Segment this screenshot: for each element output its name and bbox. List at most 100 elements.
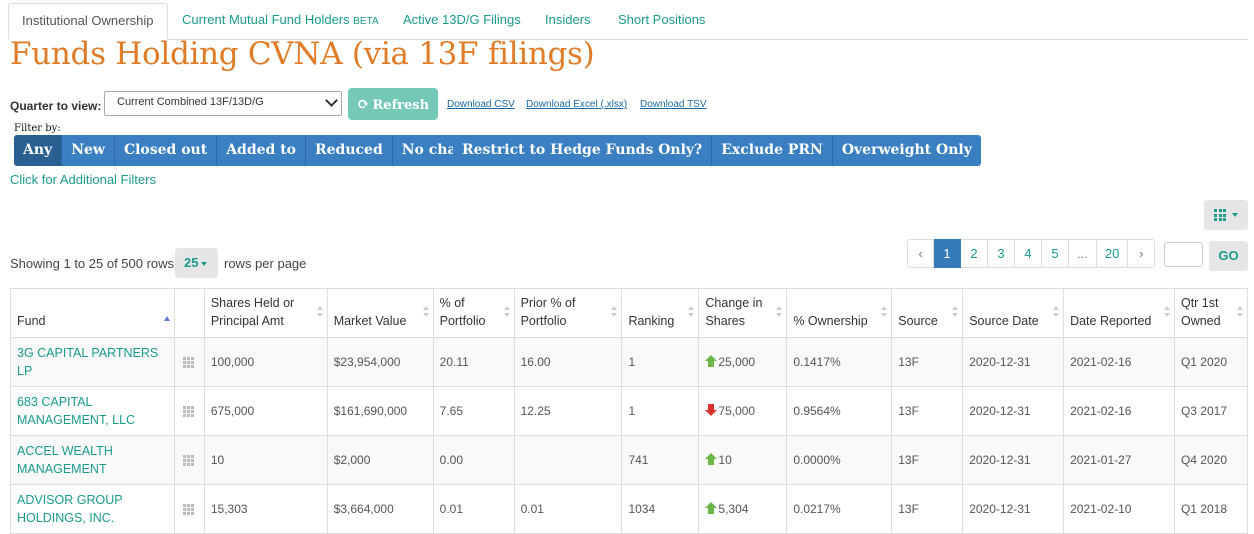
- change-cell: 75,000: [698, 386, 788, 436]
- page-button-1[interactable]: 1: [934, 239, 961, 268]
- go-button[interactable]: GO: [1209, 241, 1248, 271]
- table-row: 683 CAPITAL MANAGEMENT, LLC 675,000 $161…: [10, 386, 1249, 436]
- source-cell: 13F: [891, 337, 964, 387]
- col-header-ranking[interactable]: Ranking: [621, 288, 700, 338]
- col-header-source[interactable]: Source: [891, 288, 964, 338]
- download-excel-link[interactable]: Download Excel (.xlsx): [526, 99, 627, 110]
- change-value: 5,304: [718, 502, 749, 516]
- fund-link[interactable]: 3G CAPITAL PARTNERS LP: [17, 344, 168, 380]
- rows-per-page-select[interactable]: 25: [175, 248, 218, 278]
- prev-page-button[interactable]: ‹: [907, 239, 934, 268]
- page-ellipsis: ...: [1069, 239, 1097, 268]
- filter-closed-out-button[interactable]: Closed out: [114, 135, 218, 166]
- fund-link[interactable]: ACCEL WEALTH MANAGEMENT: [17, 442, 168, 478]
- history-cell: [173, 484, 205, 534]
- ranking-cell: 1: [621, 337, 700, 387]
- col-header-ownership[interactable]: % Ownership: [786, 288, 893, 338]
- qtr-first-owned-cell: Q1 2018: [1173, 484, 1249, 534]
- next-page-button[interactable]: ›: [1128, 239, 1156, 268]
- pagination: ‹ 1 2 3 4 5 ... 20 ›: [907, 239, 1156, 268]
- source-cell: 13F: [891, 435, 964, 485]
- qtr-first-owned-cell: Q1 2020: [1173, 337, 1249, 387]
- change-cell: 25,000: [698, 337, 788, 387]
- grid-icon[interactable]: [183, 356, 195, 368]
- chevron-down-icon: [325, 94, 338, 107]
- exclude-prn-button[interactable]: Exclude PRN: [712, 135, 833, 166]
- tab-13dg-filings[interactable]: Active 13D/G Filings: [403, 3, 521, 38]
- tab-label: Current Mutual Fund Holders: [182, 12, 350, 27]
- tab-mutual-fund-holders[interactable]: Current Mutual Fund Holders BETA: [182, 3, 379, 38]
- table-row: ADVISOR GROUP HOLDINGS, INC. 15,303 $3,6…: [10, 484, 1249, 534]
- hedge-funds-only-button[interactable]: Restrict to Hedge Funds Only?: [453, 135, 713, 166]
- prior-pct-cell: 0.01: [513, 484, 623, 534]
- col-header-icon: [173, 288, 205, 338]
- sort-asc-icon: [163, 316, 170, 321]
- col-header-qtr-first-owned[interactable]: Qtr 1st Owned: [1173, 288, 1249, 338]
- col-header-date-reported[interactable]: Date Reported: [1063, 288, 1175, 338]
- column-toggle-button[interactable]: [1204, 200, 1248, 230]
- filter-reduced-button[interactable]: Reduced: [306, 135, 393, 166]
- goto-page-input[interactable]: [1164, 242, 1203, 267]
- source-cell: 13F: [891, 386, 964, 436]
- source-date-cell: 2020-12-31: [962, 435, 1065, 485]
- additional-filters-link[interactable]: Click for Additional Filters: [10, 172, 156, 187]
- table-row: ACCEL WEALTH MANAGEMENT 10 $2,000 0.00 7…: [10, 435, 1249, 485]
- overweight-only-button[interactable]: Overweight Only: [832, 135, 981, 166]
- col-header-market-value[interactable]: Market Value: [326, 288, 434, 338]
- grid-icon[interactable]: [183, 405, 195, 417]
- market-value-cell: $2,000: [326, 435, 434, 485]
- grid-icon: [1214, 209, 1226, 221]
- grid-icon[interactable]: [183, 503, 195, 515]
- pct-portfolio-cell: 7.65: [432, 386, 515, 436]
- fund-cell: 683 CAPITAL MANAGEMENT, LLC: [10, 386, 175, 436]
- page-button-4[interactable]: 4: [1015, 239, 1042, 268]
- download-tsv-link[interactable]: Download TSV: [640, 99, 707, 110]
- beta-badge: BETA: [353, 16, 379, 27]
- ranking-cell: 741: [621, 435, 700, 485]
- col-header-source-date[interactable]: Source Date: [962, 288, 1065, 338]
- showing-text: Showing 1 to 25 of 500 rows: [10, 256, 175, 271]
- source-date-cell: 2020-12-31: [962, 484, 1065, 534]
- sort-icon: [1237, 306, 1243, 320]
- rows-per-page-label: rows per page: [224, 256, 307, 271]
- page-button-5[interactable]: 5: [1042, 239, 1069, 268]
- qtr-first-owned-cell: Q4 2020: [1173, 435, 1249, 485]
- sort-icon: [316, 306, 323, 320]
- filter-group-change: Any New Closed out Added to Reduced No c…: [14, 135, 495, 166]
- tab-insiders[interactable]: Insiders: [545, 3, 591, 38]
- refresh-button[interactable]: ⟳ Refresh: [348, 88, 438, 120]
- grid-icon[interactable]: [183, 454, 195, 466]
- sort-icon: [422, 306, 429, 320]
- col-header-shares[interactable]: Shares Held or Principal Amt: [203, 288, 328, 338]
- market-value-cell: $161,690,000: [326, 386, 434, 436]
- table-header-row: Fund Shares Held or Principal Amt Market…: [10, 288, 1249, 338]
- history-cell: [173, 435, 205, 485]
- sort-icon: [952, 306, 959, 320]
- quarter-select[interactable]: Current Combined 13F/13D/G: [104, 91, 342, 116]
- filter-new-button[interactable]: New: [62, 135, 115, 166]
- page-button-20[interactable]: 20: [1096, 239, 1129, 268]
- filter-any-button[interactable]: Any: [14, 135, 63, 166]
- tab-institutional-ownership[interactable]: Institutional Ownership: [8, 3, 168, 40]
- col-header-change[interactable]: Change in Shares: [698, 288, 788, 338]
- page-button-3[interactable]: 3: [988, 239, 1015, 268]
- ownership-cell: 0.0217%: [786, 484, 893, 534]
- download-csv-link[interactable]: Download CSV: [447, 99, 515, 110]
- col-header-prior-pct[interactable]: Prior % of Portfolio: [513, 288, 623, 338]
- shares-cell: 10: [203, 435, 328, 485]
- ownership-cell: 0.0000%: [786, 435, 893, 485]
- col-header-pct-portfolio[interactable]: % of Portfolio: [432, 288, 515, 338]
- pct-portfolio-cell: 0.00: [432, 435, 515, 485]
- page-button-2[interactable]: 2: [961, 239, 988, 268]
- filter-added-to-button[interactable]: Added to: [217, 135, 307, 166]
- quarter-label: Quarter to view:: [10, 99, 102, 113]
- tab-short-positions[interactable]: Short Positions: [618, 3, 705, 38]
- source-cell: 13F: [891, 484, 964, 534]
- tab-label: Short Positions: [618, 12, 706, 27]
- arrow-up-icon: [705, 355, 718, 367]
- col-header-fund[interactable]: Fund: [10, 288, 175, 338]
- filter-group-restrict: Restrict to Hedge Funds Only? Exclude PR…: [453, 135, 981, 166]
- sort-icon: [503, 306, 510, 320]
- fund-link[interactable]: 683 CAPITAL MANAGEMENT, LLC: [17, 393, 168, 429]
- fund-link[interactable]: ADVISOR GROUP HOLDINGS, INC.: [17, 491, 168, 527]
